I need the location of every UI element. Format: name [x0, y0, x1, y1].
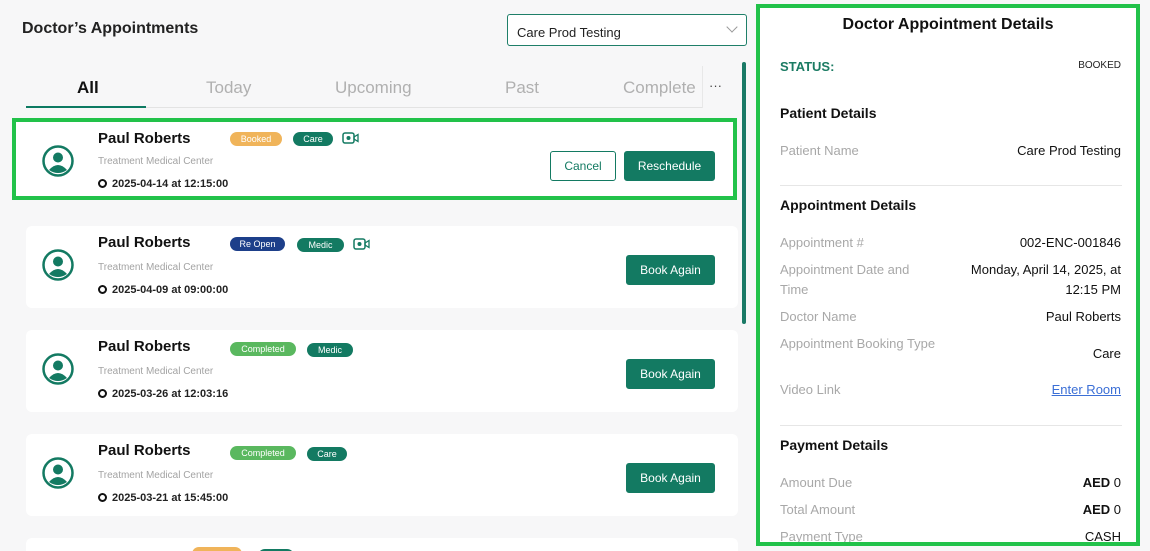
doctor-name: Paul Roberts — [98, 338, 191, 355]
payment-details-heading: Payment Details — [780, 437, 889, 453]
doctor-name: Paul Roberts — [98, 442, 191, 459]
total-amount-value: AED 0 — [1082, 502, 1121, 517]
patient-select-value: Care Prod Testing — [517, 25, 621, 40]
type-badge: Care — [307, 447, 347, 461]
page-title: Doctor’s Appointments — [22, 20, 199, 37]
doctor-name: Paul Roberts — [98, 234, 191, 251]
appointment-card[interactable] — [26, 538, 738, 551]
video-link-label: Video Link — [780, 382, 841, 397]
patient-select[interactable]: Care Prod Testing — [507, 14, 747, 46]
status-badge: Re Open — [230, 237, 285, 251]
book-again-button[interactable]: Book Again — [626, 359, 715, 389]
appointment-datetime: 2025-03-26 at 12:03:16 — [98, 388, 228, 400]
status-badge: Completed — [230, 446, 296, 460]
book-again-button[interactable]: Book Again — [626, 255, 715, 285]
patient-details-heading: Patient Details — [780, 105, 877, 121]
doctor-avatar-icon — [42, 353, 74, 385]
book-again-button[interactable]: Book Again — [626, 463, 715, 493]
doctor-name: Paul Roberts — [98, 130, 191, 147]
video-call-icon — [353, 238, 370, 250]
tabs-more-button[interactable]: ··· — [702, 66, 728, 108]
appointment-details-panel: Doctor Appointment Details STATUS: BOOKE… — [756, 4, 1140, 546]
alarm-clock-icon — [98, 179, 107, 188]
type-badge: Medic — [297, 238, 344, 252]
appointment-tabs: All Today Upcoming Past Complete ··· — [26, 66, 728, 108]
appointment-card[interactable]: Paul Roberts Booked Care Treatment Medic… — [12, 118, 737, 200]
appointment-card[interactable]: Paul Roberts Completed Medic Treatment M… — [26, 330, 738, 412]
details-title: Doctor Appointment Details — [842, 16, 1054, 33]
booking-type-value: Care — [1092, 346, 1121, 361]
amount-due-value: AED 0 — [1082, 475, 1121, 490]
medical-center: Treatment Medical Center — [98, 156, 214, 167]
appointment-number-value: 002-ENC-001846 — [1019, 235, 1121, 250]
status-value: BOOKED — [1078, 60, 1121, 71]
active-tab-indicator — [26, 106, 146, 108]
tab-complete[interactable]: Complete — [623, 78, 696, 98]
divider — [780, 185, 1122, 186]
medical-center: Treatment Medical Center — [98, 262, 214, 273]
type-badge: Medic — [307, 343, 353, 357]
divider — [780, 425, 1122, 426]
status-badge: Booked — [230, 132, 282, 146]
type-badge: Care — [293, 132, 333, 146]
alarm-clock-icon — [98, 493, 107, 502]
video-call-icon — [342, 132, 359, 144]
payment-type-label: Payment Type — [780, 529, 863, 544]
medical-center: Treatment Medical Center — [98, 366, 214, 377]
chevron-down-icon — [726, 21, 738, 33]
enter-room-link[interactable]: Enter Room — [1052, 380, 1121, 400]
alarm-clock-icon — [98, 285, 107, 294]
appointments-panel: Doctor’s Appointments Care Prod Testing … — [0, 0, 752, 551]
reschedule-button[interactable]: Reschedule — [624, 151, 715, 181]
alarm-clock-icon — [98, 389, 107, 398]
doctor-name-value: Paul Roberts — [1045, 309, 1121, 324]
cancel-button[interactable]: Cancel — [550, 151, 616, 181]
doctor-avatar-icon — [42, 457, 74, 489]
tab-all[interactable]: All — [77, 78, 99, 98]
appointment-datetime: 2025-04-14 at 12:15:00 — [98, 178, 228, 190]
total-amount-label: Total Amount — [780, 502, 856, 517]
status-badge: Completed — [230, 342, 296, 356]
medical-center: Treatment Medical Center — [98, 470, 214, 481]
tab-past[interactable]: Past — [505, 78, 539, 98]
appointment-card[interactable]: Paul Roberts Re Open Medic Treatment Med… — [26, 226, 738, 308]
appointment-datetime-label: Appointment Date and Time — [780, 262, 910, 297]
appointment-datetime: 2025-03-21 at 15:45:00 — [98, 492, 228, 504]
appointment-datetime-value: Monday, April 14, 2025, at 12:15 PM — [970, 262, 1121, 297]
amount-due-label: Amount Due — [780, 475, 853, 490]
status-badge — [192, 547, 242, 551]
status-label: STATUS: — [780, 59, 835, 74]
doctor-name-label: Doctor Name — [780, 309, 857, 324]
tab-upcoming[interactable]: Upcoming — [335, 78, 412, 98]
list-scrollbar[interactable] — [742, 62, 746, 324]
tab-today[interactable]: Today — [206, 78, 251, 98]
doctor-avatar-icon — [42, 145, 74, 177]
appointment-datetime: 2025-04-09 at 09:00:00 — [98, 284, 228, 296]
appointment-card[interactable]: Paul Roberts Completed Care Treatment Me… — [26, 434, 738, 516]
payment-type-value: CASH — [1084, 529, 1121, 544]
doctor-avatar-icon — [42, 249, 74, 281]
appointment-details-heading: Appointment Details — [780, 197, 917, 213]
patient-name-label: Patient Name — [780, 143, 859, 158]
booking-type-label: Appointment Booking Type — [780, 336, 936, 351]
appointment-number-label: Appointment # — [780, 235, 864, 250]
patient-name-value: Care Prod Testing — [1017, 143, 1121, 158]
